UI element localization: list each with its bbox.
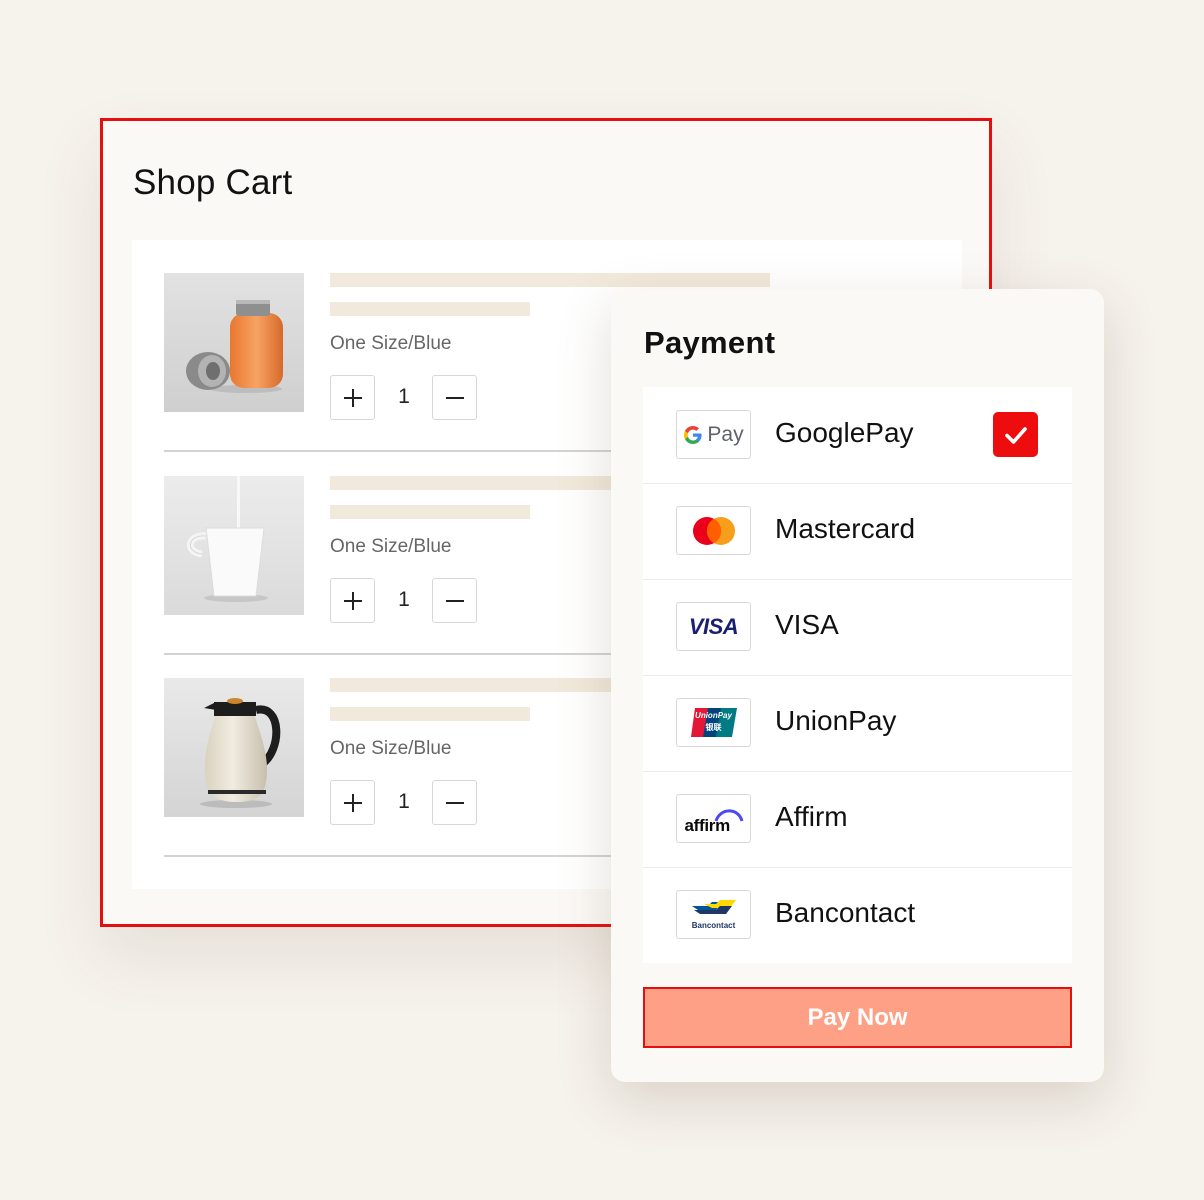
payment-option-label: VISA bbox=[775, 609, 839, 640]
payment-option-label: Affirm bbox=[775, 801, 848, 832]
payment-option-bancontact[interactable]: Bancontact Bancontact bbox=[643, 867, 1072, 963]
google-pay-logo-text: Pay bbox=[707, 422, 744, 446]
affirm-logo-text: affirm bbox=[684, 815, 731, 835]
minus-icon bbox=[445, 599, 464, 602]
google-pay-logo: Pay bbox=[676, 410, 751, 459]
minus-icon bbox=[445, 396, 464, 399]
payment-option-googlepay[interactable]: Pay GooglePay bbox=[643, 387, 1072, 483]
product-variant: One Size/Blue bbox=[330, 738, 452, 759]
product-image-jug[interactable] bbox=[164, 678, 304, 817]
quantity-decrease-button[interactable] bbox=[432, 780, 477, 825]
plus-icon bbox=[343, 793, 362, 812]
unionpay-logo-chinese: 银联 bbox=[705, 723, 722, 732]
product-image-mug[interactable] bbox=[164, 476, 304, 615]
payment-card: Payment Pay GooglePay Mastercard VISA VI… bbox=[611, 289, 1104, 1082]
quantity-value: 1 bbox=[398, 385, 410, 408]
payment-option-label: Mastercard bbox=[775, 513, 916, 544]
bancontact-logo: Bancontact bbox=[676, 890, 751, 939]
unionpay-logo: UnionPay 银联 bbox=[676, 698, 751, 747]
product-variant: One Size/Blue bbox=[330, 536, 452, 557]
quantity-increase-button[interactable] bbox=[330, 780, 375, 825]
cart-title: Shop Cart bbox=[133, 163, 293, 202]
quantity-value: 1 bbox=[398, 588, 410, 611]
unionpay-logo-text: UnionPay bbox=[695, 711, 732, 720]
product-price-placeholder bbox=[330, 707, 530, 721]
product-price-placeholder bbox=[330, 505, 530, 519]
plus-icon bbox=[343, 388, 362, 407]
payment-option-label: Bancontact bbox=[775, 897, 916, 928]
selected-checkbox[interactable] bbox=[993, 412, 1038, 457]
product-image-thermos[interactable] bbox=[164, 273, 304, 412]
product-price-placeholder bbox=[330, 302, 530, 316]
plus-icon bbox=[343, 591, 362, 610]
option-divider bbox=[643, 579, 1072, 580]
visa-logo: VISA bbox=[676, 602, 751, 651]
payment-option-label: UnionPay bbox=[775, 705, 897, 736]
quantity-increase-button[interactable] bbox=[330, 578, 375, 623]
option-divider bbox=[643, 771, 1072, 772]
payment-option-affirm[interactable]: affirm Affirm bbox=[643, 771, 1072, 867]
minus-icon bbox=[445, 801, 464, 804]
quantity-decrease-button[interactable] bbox=[432, 375, 477, 420]
visa-logo-text: VISA bbox=[688, 613, 739, 639]
pay-now-button[interactable]: Pay Now bbox=[643, 987, 1072, 1048]
option-divider bbox=[643, 867, 1072, 868]
payment-methods-list: Pay GooglePay Mastercard VISA VISA Union… bbox=[643, 387, 1072, 963]
payment-title: Payment bbox=[644, 325, 776, 360]
checkmark-icon bbox=[1004, 426, 1027, 444]
quantity-decrease-button[interactable] bbox=[432, 578, 477, 623]
affirm-logo: affirm bbox=[676, 794, 751, 843]
payment-option-unionpay[interactable]: UnionPay 银联 UnionPay bbox=[643, 675, 1072, 771]
product-variant: One Size/Blue bbox=[330, 333, 452, 354]
quantity-increase-button[interactable] bbox=[330, 375, 375, 420]
quantity-value: 1 bbox=[398, 790, 410, 813]
payment-option-visa[interactable]: VISA VISA bbox=[643, 579, 1072, 675]
option-divider bbox=[643, 675, 1072, 676]
payment-option-label: GooglePay bbox=[775, 417, 914, 448]
option-divider bbox=[643, 483, 1072, 484]
payment-option-mastercard[interactable]: Mastercard bbox=[643, 483, 1072, 579]
product-title-placeholder bbox=[330, 273, 770, 287]
mastercard-logo bbox=[676, 506, 751, 555]
bancontact-logo-text: Bancontact bbox=[691, 920, 736, 930]
